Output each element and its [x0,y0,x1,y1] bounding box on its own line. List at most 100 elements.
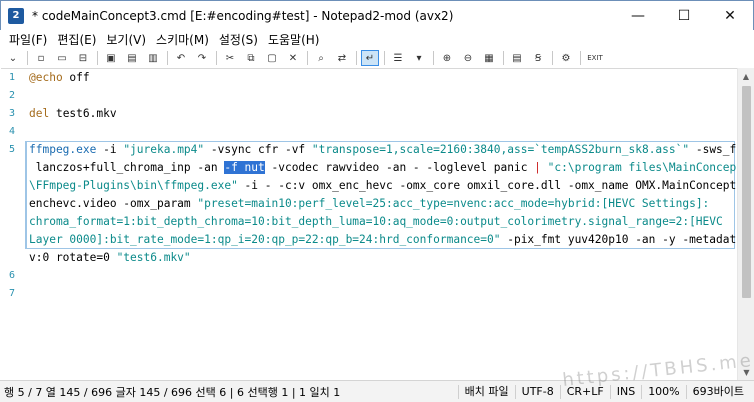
line-number: 1 [8,72,15,83]
toolbar-separator [384,51,385,65]
toolbar-separator [216,51,217,65]
code-text-span: -i [96,143,124,156]
string: "c:\program files\MainConcept [540,161,743,174]
pipe-operator: | [534,161,541,174]
code-text-span: test6.mkv [49,107,117,120]
app-icon[interactable]: 2 [8,7,24,24]
copy-icon[interactable]: ⧉ [242,50,260,66]
code-line-5-wrap-3: \FFmpeg-Plugins\bin\ffmpeg.exe" -i - -c:… [29,177,743,195]
zoom-out-icon[interactable]: ⊖ [459,50,477,66]
string: Layer 0000]:bit_rate_mode=1:qp_i=20:qp_p… [29,233,501,246]
selected-text: -f nut [224,161,265,174]
toolbar-separator [503,51,504,65]
close-button[interactable]: ✕ [707,1,753,31]
editor-area[interactable]: 1 2 3 4 5 6 7 @echo off del test6.mkv ff… [1,68,754,381]
line-number: 7 [8,288,15,299]
dropdown-arrow-icon[interactable]: ▾ [410,50,428,66]
status-line-ending[interactable]: CR+LF [559,385,610,399]
window-controls: — ☐ ✕ [615,1,753,31]
menu-settings[interactable]: 설정(S) [214,31,263,48]
cut-icon[interactable]: ✂ [221,50,239,66]
delete-icon[interactable]: ✕ [284,50,302,66]
save-icon[interactable]: ▣ [102,50,120,66]
keyword: @echo [29,71,63,84]
toolbar-separator [27,51,28,65]
code-text[interactable]: @echo off del test6.mkv ffmpeg.exe -i "j… [29,69,754,381]
code-text-span: lanczos+full_chroma_inp -an [29,161,225,174]
code-text-span: -vcodec rawvideo -an - -loglevel panic [264,161,535,174]
chevron-down-icon[interactable]: ⌄ [4,50,22,66]
new-file-icon[interactable]: ▫ [32,50,50,66]
string: "jureka.mp4" [123,143,205,156]
schema-icon[interactable]: Ꞩ [529,50,547,66]
status-cells: 배치 파일 UTF-8 CR+LF INS 100% 693바이트 [457,381,750,402]
paste-icon[interactable]: ▢ [263,50,281,66]
line-number: 3 [8,108,15,119]
maximize-button[interactable]: ☐ [661,1,707,31]
string: "preset=main10:perf_level=25:acc_type=nv… [197,197,710,210]
menu-edit[interactable]: 편집(E) [52,31,101,48]
indent-icon[interactable]: ☰ [389,50,407,66]
menu-help[interactable]: 도움말(H) [263,31,325,48]
toolbar-separator [433,51,434,65]
toolbar-separator [356,51,357,65]
code-text-span: v:0 rotate=0 [29,251,117,264]
code-text-span: enchevc.video -omx_param [29,197,198,210]
scrollbar-thumb[interactable] [742,86,751,298]
status-file-type[interactable]: 배치 파일 [457,385,515,399]
line-number: 6 [8,270,15,281]
title-bar: 2 * codeMainConcept3.cmd [E:#encoding#te… [0,0,754,30]
code-line-5-wrap-1: ffmpeg.exe -i "jureka.mp4" -vsync cfr -v… [29,141,754,159]
cursor-position: 행 5 / 7 열 145 / 696 글자 145 / 696 선택 6 | … [4,385,341,399]
menu-file[interactable]: 파일(F) [4,31,52,48]
code-text-span: off [62,71,90,84]
toolbar-separator [97,51,98,65]
save-as-icon[interactable]: ▥ [144,50,162,66]
code-line-3: del test6.mkv [29,105,117,123]
line-number: 5 [8,144,15,155]
open-icon[interactable]: ▭ [53,50,71,66]
settings-icon[interactable]: ▤ [508,50,526,66]
vertical-scrollbar[interactable]: ▲ ▼ [737,68,754,380]
find-icon[interactable]: ⌕ [312,50,330,66]
code-text-span: -pix_fmt yuv420p10 -an -y -metadata:s: [500,233,754,246]
status-insert-mode[interactable]: INS [609,385,641,399]
word-wrap-icon[interactable]: ↵ [361,50,379,66]
save-all-icon[interactable]: ▤ [123,50,141,66]
exit-icon[interactable]: EXIT [585,50,605,66]
replace-icon[interactable]: ⇄ [333,50,351,66]
status-encoding[interactable]: UTF-8 [514,385,560,399]
transparent-icon[interactable]: ▦ [480,50,498,66]
scroll-up-icon[interactable]: ▲ [738,68,754,84]
gear-icon[interactable]: ⚙ [557,50,575,66]
line-number-gutter: 1 2 3 4 5 6 7 [1,69,23,381]
zoom-in-icon[interactable]: ⊕ [438,50,456,66]
menu-schema[interactable]: 스키마(M) [151,31,214,48]
scroll-down-icon[interactable]: ▼ [738,364,754,380]
status-file-size: 693바이트 [685,385,750,399]
status-bar: 행 5 / 7 열 145 / 696 글자 145 / 696 선택 6 | … [0,380,754,402]
menu-view[interactable]: 보기(V) [101,31,151,48]
status-zoom[interactable]: 100% [641,385,685,399]
minimize-button[interactable]: — [615,1,661,31]
browse-icon[interactable]: ⊟ [74,50,92,66]
string: "test6.mkv" [116,251,191,264]
toolbar: ⌄ ▫ ▭ ⊟ ▣ ▤ ▥ ↶ ↷ ✂ ⧉ ▢ ✕ ⌕ ⇄ ↵ ☰ ▾ ⊕ ⊖ … [0,49,754,67]
undo-icon[interactable]: ↶ [172,50,190,66]
line-number: 4 [8,126,15,137]
code-text-span: -i - -c:v omx_enc_hevc -omx_core omxil_c… [237,179,743,192]
code-line-5-wrap-2: lanczos+full_chroma_inp -an -f nut -vcod… [29,159,743,177]
code-line-5-wrap-5: chroma_format=1:bit_depth_chroma=10:bit_… [29,213,723,231]
code-line-5-wrap-6: Layer 0000]:bit_rate_mode=1:qp_i=20:qp_p… [29,231,754,249]
code-line-5-wrap-4: enchevc.video -omx_param "preset=main10:… [29,195,709,213]
window-title: * codeMainConcept3.cmd [E:#encoding#test… [32,8,454,23]
code-line-1: @echo off [29,69,90,87]
string: chroma_format=1:bit_depth_chroma=10:bit_… [29,215,723,228]
code-text-span: -vsync cfr -vf [204,143,312,156]
command: ffmpeg.exe [29,143,97,156]
redo-icon[interactable]: ↷ [193,50,211,66]
toolbar-separator [167,51,168,65]
toolbar-separator [580,51,581,65]
string: \FFmpeg-Plugins\bin\ffmpeg.exe" [29,179,238,192]
code-line-5-wrap-7: v:0 rotate=0 "test6.mkv" [29,249,191,267]
